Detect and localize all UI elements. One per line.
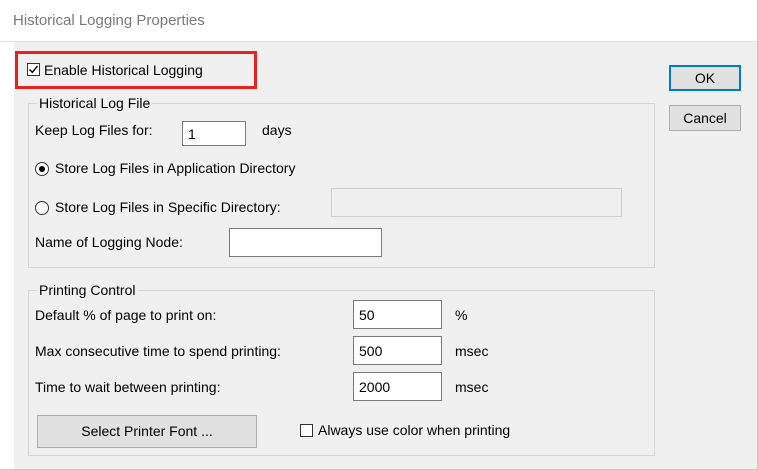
logging-node-input[interactable]: [229, 228, 382, 257]
store-app-dir-label: Store Log Files in Application Directory: [55, 160, 296, 176]
log-file-group-title: Historical Log File: [37, 95, 153, 111]
keep-unit-label: days: [262, 122, 292, 138]
store-specific-dir-radio[interactable]: [35, 201, 49, 215]
print-row-unit: msec: [455, 379, 489, 395]
printing-group-title: Printing Control: [37, 282, 138, 298]
print-row-unit: %: [455, 307, 468, 323]
keep-days-input[interactable]: [182, 121, 246, 146]
print-row-label: Time to wait between printing:: [35, 379, 221, 395]
print-row-label: Max consecutive time to spend printing:: [35, 343, 281, 359]
store-app-dir-radio[interactable]: [35, 162, 49, 176]
specific-dir-input[interactable]: [331, 188, 622, 217]
wait-time-input[interactable]: [353, 372, 442, 401]
enable-logging-checkbox[interactable]: [27, 63, 40, 76]
title-bar: Historical Logging Properties: [0, 0, 757, 42]
page-percent-input[interactable]: [353, 300, 442, 329]
cancel-button[interactable]: Cancel: [669, 105, 741, 131]
enable-logging-label: Enable Historical Logging: [44, 62, 203, 78]
ok-button[interactable]: OK: [669, 65, 741, 91]
store-specific-dir-label: Store Log Files in Specific Directory:: [55, 199, 281, 215]
max-print-time-input[interactable]: [353, 336, 442, 365]
logging-node-label: Name of Logging Node:: [35, 234, 183, 250]
checkmark-icon: [29, 65, 39, 74]
window-title: Historical Logging Properties: [13, 12, 205, 29]
print-row-label: Default % of page to print on:: [35, 307, 217, 323]
always-color-label: Always use color when printing: [318, 422, 511, 438]
keep-log-label: Keep Log Files for:: [35, 122, 153, 138]
always-color-checkbox[interactable]: [300, 424, 313, 437]
print-row-unit: msec: [455, 343, 489, 359]
select-printer-font-button[interactable]: Select Printer Font ...: [37, 415, 257, 448]
radio-selected-dot: [39, 166, 45, 172]
